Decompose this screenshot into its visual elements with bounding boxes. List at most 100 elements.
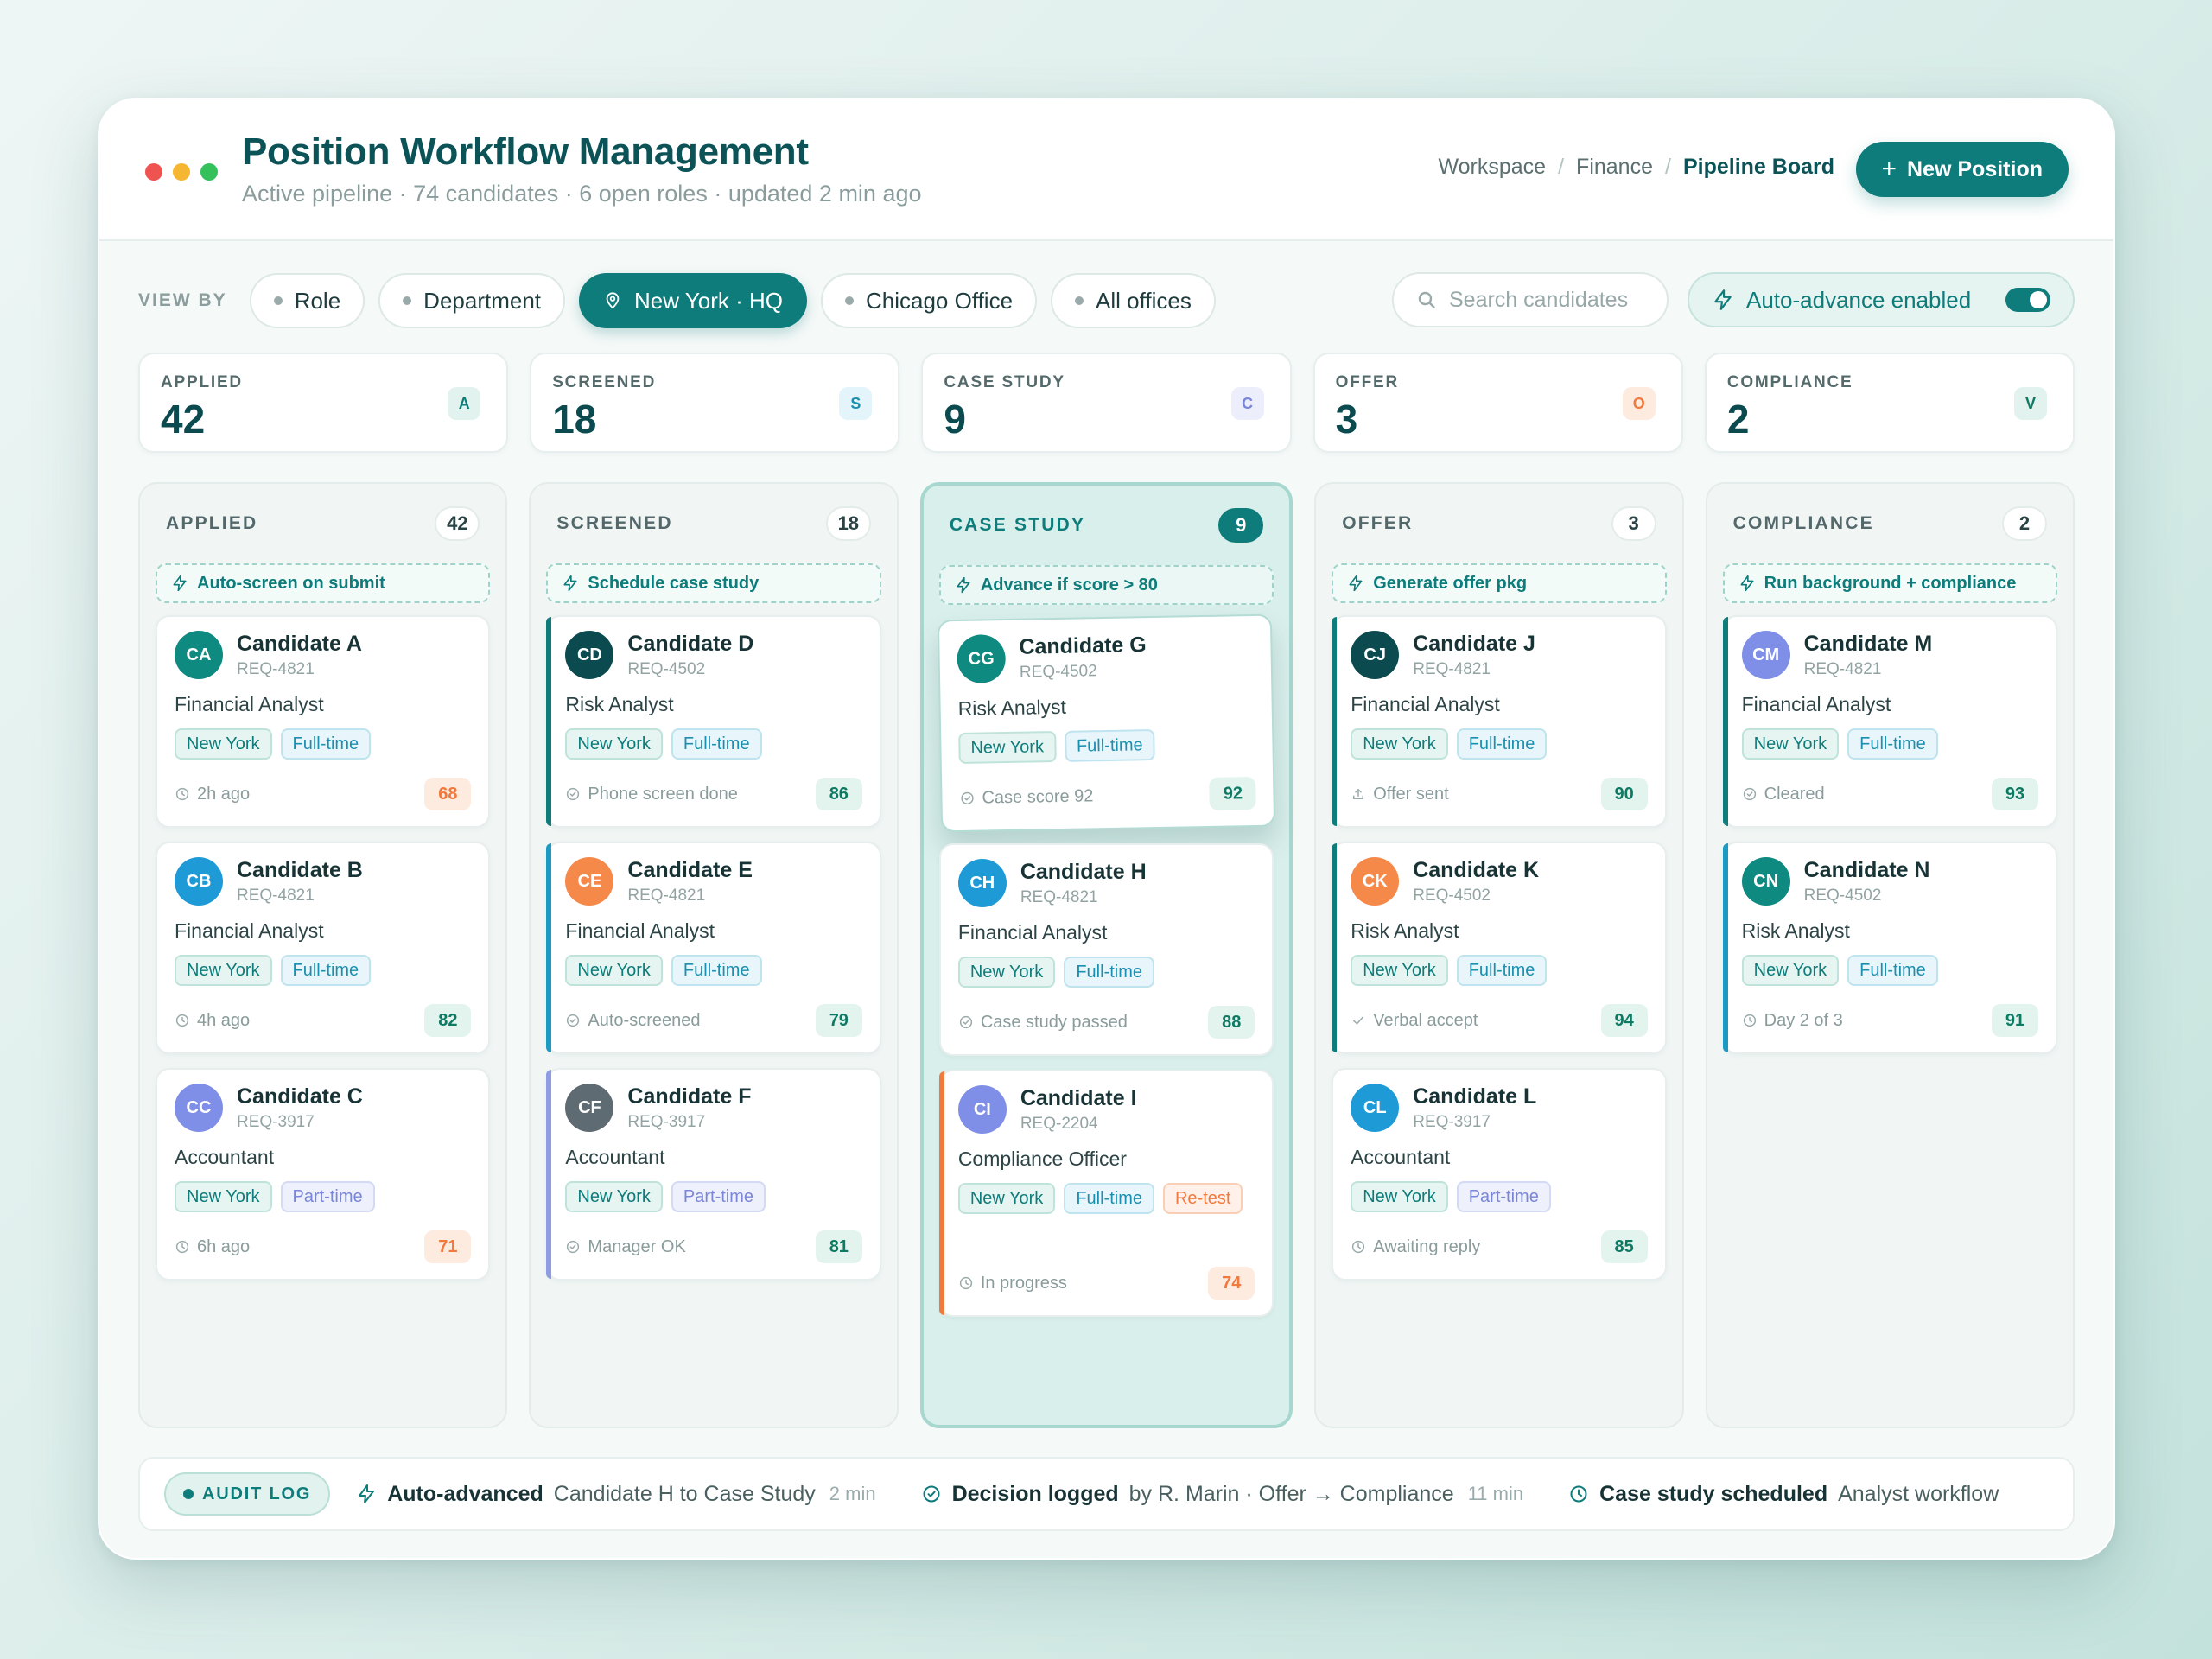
stat-value: 42 <box>161 397 206 442</box>
candidate-role: Financial Analyst <box>957 921 1108 944</box>
check-circle-icon <box>567 787 580 801</box>
bolt-icon <box>957 576 970 594</box>
automation-rule[interactable]: Run background + compliance <box>1722 563 2058 603</box>
audit-log-bar: AUDIT LOG Auto-advanced Candidate H to Ca… <box>138 1457 2075 1531</box>
audit-event[interactable]: Auto-advanced Candidate H to Case Study 2 … <box>356 1482 876 1507</box>
audit-events: Auto-advanced Candidate H to Case Study 2 … <box>330 1482 1999 1507</box>
search-input[interactable] <box>1449 287 1656 313</box>
candidate-card[interactable]: CE Candidate E REQ-4821 Financial Analyst Ne… <box>546 842 881 1054</box>
avatar: CE <box>565 857 614 906</box>
window-controls <box>145 163 218 181</box>
clock-icon <box>175 787 189 801</box>
tag-loc: New York <box>1741 955 1840 986</box>
breadcrumb-pipeline-board[interactable]: Pipeline Board <box>1683 155 1834 180</box>
chip-label: Role <box>294 287 341 314</box>
candidate-card[interactable]: CH Candidate H REQ-4821 Financial Analyst Ne… <box>938 843 1274 1056</box>
tag-list: New York Full-time <box>957 728 1255 764</box>
candidate-card[interactable]: CL Candidate L REQ-3917 Accountant New York P… <box>1332 1068 1667 1281</box>
event-time: 2 min <box>829 1483 876 1504</box>
candidate-name: Candidate F <box>627 1084 752 1109</box>
card-status: Case score 92 <box>959 786 1093 809</box>
stat-card-applied[interactable]: APPLIED 42 A <box>138 353 509 453</box>
tag-loc: New York <box>565 1181 663 1212</box>
search-box[interactable] <box>1392 272 1669 327</box>
event-title: Decision logged <box>951 1481 1119 1506</box>
column-applied[interactable]: APPLIED 42 Auto-screen on submit CA Candidat… <box>138 482 508 1428</box>
auto-advance-switch[interactable] <box>2005 288 2050 312</box>
automation-rule[interactable]: Auto-screen on submit <box>156 563 491 603</box>
candidate-role: Financial Analyst <box>1351 693 1500 715</box>
audit-log-badge[interactable]: AUDIT LOG <box>164 1472 331 1516</box>
tag-list: New York Full-time Re-test <box>957 1183 1255 1214</box>
breadcrumb: Workspace / Finance / Pipeline Board <box>1439 155 1835 180</box>
column-case-study[interactable]: CASE STUDY 9 Advance if score > 80 CG Candid… <box>919 482 1294 1428</box>
card-accent <box>1332 617 1338 826</box>
auto-advance-toggle[interactable]: Auto-advance enabled <box>1688 272 2075 327</box>
candidate-card[interactable]: CM Candidate M REQ-4821 Financial Analyst Ne… <box>1722 615 2058 828</box>
column-offer[interactable]: OFFER 3 Generate offer pkg CJ Candidate J REQ… <box>1314 482 1684 1428</box>
live-indicator-icon <box>183 1489 194 1499</box>
automation-rule[interactable]: Advance if score > 80 <box>938 565 1274 605</box>
tag-list: New York Part-time <box>1351 1181 1647 1212</box>
stat-card-screened[interactable]: SCREENED 18 S <box>530 353 900 453</box>
candidate-card[interactable]: CD Candidate D REQ-4502 Risk Analyst New Yor… <box>546 615 881 828</box>
event-description: Analyst workflow <box>1838 1481 1999 1506</box>
tag-full: Full-time <box>1847 728 1938 760</box>
tag-list: New York Full-time <box>565 728 861 760</box>
tag-list: New York Part-time <box>565 1181 861 1212</box>
avatar: CG <box>957 634 1006 684</box>
card-status: In progress <box>958 1274 1067 1294</box>
tag-loc: New York <box>1741 728 1840 760</box>
automation-rule[interactable]: Generate offer pkg <box>1332 563 1667 603</box>
column-screened[interactable]: SCREENED 18 Schedule case study CD Candidate… <box>529 482 899 1428</box>
column-compliance[interactable]: COMPLIANCE 2 Run background + compliance CM… <box>1705 482 2075 1428</box>
filter-chip-chicago-office[interactable]: Chicago Office <box>820 273 1038 328</box>
stat-value: 18 <box>552 397 597 442</box>
column-count: 3 <box>1611 506 1656 541</box>
filter-chip-all-offices[interactable]: All offices <box>1051 273 1216 328</box>
maximize-dot[interactable] <box>200 163 218 181</box>
audit-event[interactable]: Decision logged by R. Marin · Offer → Com… <box>921 1481 1523 1507</box>
clock-icon <box>175 1014 189 1027</box>
score-badge: 71 <box>424 1230 472 1263</box>
candidate-name: Candidate C <box>237 1084 363 1109</box>
candidate-card[interactable]: CG Candidate G REQ-4502 Risk Analyst New Yor… <box>937 613 1276 833</box>
candidate-card[interactable]: CB Candidate B REQ-4821 Financial Analyst Ne… <box>156 842 491 1054</box>
candidate-name: Candidate M <box>1803 631 1933 656</box>
avatar: CF <box>565 1084 614 1132</box>
bullet-icon <box>273 296 283 305</box>
score-badge: 91 <box>1992 1004 2039 1037</box>
stat-card-offer[interactable]: OFFER 3 O <box>1313 353 1683 453</box>
close-dot[interactable] <box>145 163 162 181</box>
requisition-id: REQ-3917 <box>627 1112 706 1131</box>
avatar: CK <box>1351 857 1400 906</box>
candidate-name: Candidate A <box>237 631 362 656</box>
candidate-card[interactable]: CN Candidate N REQ-4502 Risk Analyst New Yor… <box>1722 842 2058 1054</box>
candidate-role: Financial Analyst <box>175 693 324 715</box>
candidate-card[interactable]: CK Candidate K REQ-4502 Risk Analyst New Yor… <box>1332 842 1667 1054</box>
card-status: Verbal accept <box>1351 1011 1478 1031</box>
auto-advance-label: Auto-advance enabled <box>1746 286 1972 313</box>
audit-event[interactable]: Case study scheduled Analyst workflow <box>1568 1482 1999 1507</box>
minimize-dot[interactable] <box>173 163 190 181</box>
candidate-card[interactable]: CC Candidate C REQ-3917 Accountant New York P… <box>156 1068 491 1281</box>
stat-card-case-study[interactable]: CASE STUDY 9 C <box>921 353 1292 453</box>
automation-rule-label: Generate offer pkg <box>1373 573 1528 593</box>
candidate-role: Accountant <box>1351 1146 1451 1168</box>
new-position-button[interactable]: + New Position <box>1855 142 2069 197</box>
breadcrumb-finance[interactable]: Finance <box>1576 155 1653 180</box>
card-status: Awaiting reply <box>1351 1237 1480 1257</box>
audit-log-label: AUDIT LOG <box>202 1484 312 1503</box>
filter-chip-department[interactable]: Department <box>378 273 566 328</box>
candidate-card[interactable]: CJ Candidate J REQ-4821 Financial Analyst Ne… <box>1332 615 1667 828</box>
candidate-card[interactable]: CI Candidate I REQ-2204 Compliance Officer N… <box>938 1070 1274 1317</box>
tag-retest: Re-test <box>1162 1183 1243 1214</box>
breadcrumb-workspace[interactable]: Workspace <box>1439 155 1547 180</box>
filter-chip-role[interactable]: Role <box>249 273 365 328</box>
stat-card-compliance[interactable]: COMPLIANCE 2 V <box>1704 353 2075 453</box>
candidate-card[interactable]: CF Candidate F REQ-3917 Accountant New York P… <box>546 1068 881 1281</box>
check-circle-icon <box>959 1015 972 1029</box>
automation-rule[interactable]: Schedule case study <box>546 563 881 603</box>
candidate-card[interactable]: CA Candidate A REQ-4821 Financial Analyst Ne… <box>156 615 491 828</box>
filter-chip-new-york-hq[interactable]: New York · HQ <box>579 273 807 328</box>
